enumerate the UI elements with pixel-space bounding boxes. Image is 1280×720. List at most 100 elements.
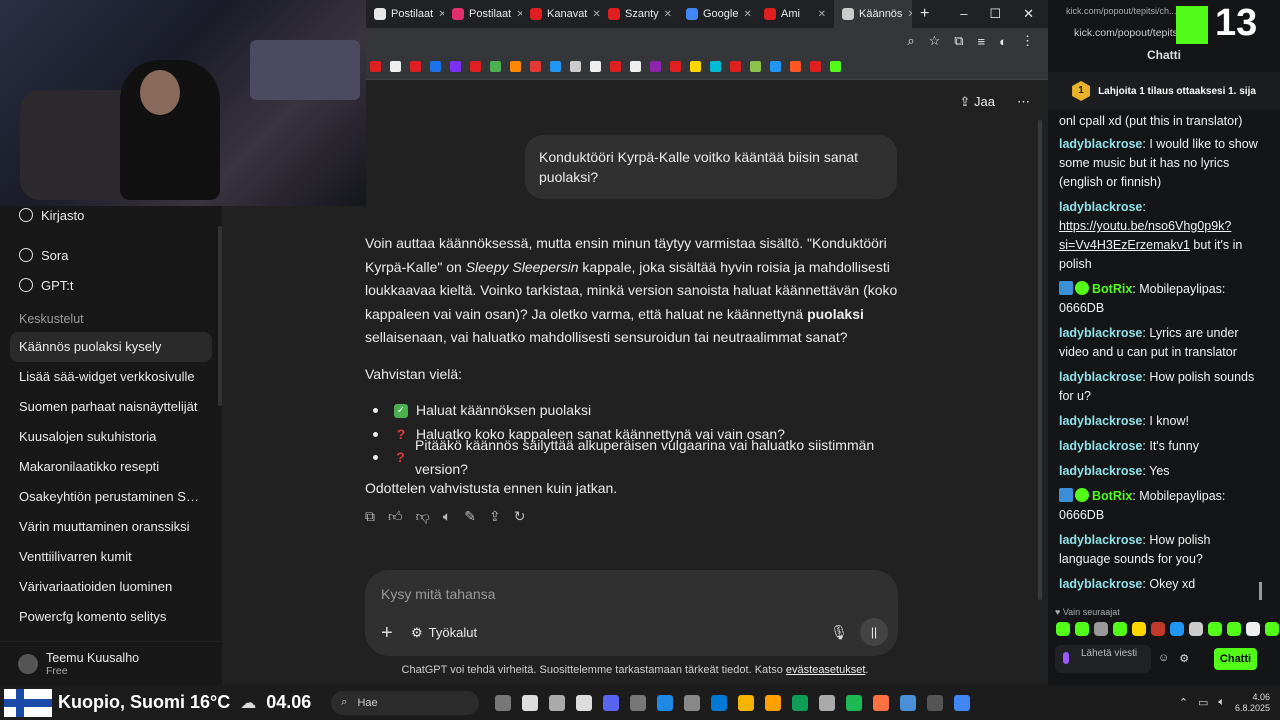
taskbar-app-icon[interactable] [819, 694, 836, 711]
emote-icon[interactable] [1075, 622, 1089, 636]
chat-username[interactable]: BotRix [1092, 282, 1132, 296]
chat-username[interactable]: ladyblackrose [1059, 464, 1142, 478]
taskbar-app-icon[interactable] [954, 694, 971, 711]
address-bar[interactable]: ⌕ ☆ ⧉ ≡ ◐ ⋮ [366, 28, 1048, 54]
close-tab-icon[interactable]: ✕ [743, 9, 751, 20]
prompt-input[interactable]: Kysy mitä tahansa [381, 586, 495, 602]
cookie-settings-link[interactable]: evästeasetukset [786, 664, 866, 676]
conversation-item[interactable]: Kuusalojen sukuhistoria [0, 422, 222, 452]
share-answer-icon[interactable]: ⇪ [489, 508, 501, 525]
taskbar-app-icon[interactable] [738, 694, 755, 711]
chat-username[interactable]: ladyblackrose [1059, 200, 1142, 214]
bookmark-icon[interactable] [770, 61, 781, 72]
bookmark-icon[interactable] [670, 61, 681, 72]
bookmark-icon[interactable] [710, 61, 721, 72]
conversation-item[interactable]: Värivariaatioiden luominen [0, 572, 222, 602]
regenerate-icon[interactable]: ↻ [514, 508, 526, 525]
taskbar-app-icon[interactable] [603, 694, 620, 711]
taskbar-app-icon[interactable] [576, 694, 593, 711]
kick-settings-icon[interactable]: ⚙ [1179, 652, 1189, 665]
bookmark-icon[interactable] [570, 61, 581, 72]
new-tab-button[interactable]: + [912, 5, 937, 23]
taskbar-app-icon[interactable] [792, 694, 809, 711]
chat-username[interactable]: ladyblackrose [1059, 577, 1142, 591]
emote-icon[interactable] [1056, 622, 1070, 636]
emote-icon[interactable] [1113, 622, 1127, 636]
chat-scrollbar[interactable] [1038, 120, 1042, 600]
maximize-button[interactable]: ☐ [989, 6, 1001, 22]
bookmark-icon[interactable] [450, 61, 461, 72]
edit-icon[interactable]: ✎ [464, 508, 476, 525]
bookmark-icon[interactable] [650, 61, 661, 72]
conversation-item[interactable]: Suomen parhaat naisnäyttelijät [0, 392, 222, 422]
zoom-icon[interactable]: ⌕ [907, 33, 914, 49]
gift-sub-banner[interactable]: 1 Lahjoita 1 tilaus ottaaksesi 1. sija [1048, 72, 1280, 110]
menu-icon[interactable]: ⋮ [1021, 33, 1034, 49]
microphone-icon[interactable]: 🎙︎ [830, 624, 848, 641]
bookmark-icon[interactable] [810, 61, 821, 72]
profile-icon[interactable]: ◐ [999, 34, 1007, 49]
emote-icon[interactable] [1151, 622, 1165, 636]
bookmark-icon[interactable] [730, 61, 741, 72]
volume-icon[interactable]: 🔈︎ [1218, 696, 1225, 709]
emote-icon[interactable] [1189, 622, 1203, 636]
bookmark-icon[interactable] [370, 61, 381, 72]
taskbar-app-icon[interactable] [630, 694, 647, 711]
taskbar-app-icon[interactable] [765, 694, 782, 711]
bookmark-icon[interactable] [390, 61, 401, 72]
bookmark-icon[interactable] [690, 61, 701, 72]
chat-username[interactable]: ladyblackrose [1059, 370, 1142, 384]
conversation-item[interactable]: Venttiilivarren kumit [0, 542, 222, 572]
sidebar-item[interactable]: Sora [0, 240, 222, 270]
conversation-item[interactable]: Osakeyhtiön perustaminen Suom... [0, 482, 222, 512]
read-aloud-icon[interactable]: 🔈︎ [443, 508, 451, 525]
voice-mode-button[interactable]: || [860, 618, 888, 646]
bookmark-icon[interactable] [750, 61, 761, 72]
bookmark-icon[interactable] [410, 61, 421, 72]
browser-tab[interactable]: Käännös ✕ [834, 0, 912, 28]
close-window-button[interactable]: ✕ [1023, 6, 1034, 22]
weather-widget[interactable]: Kuopio, Suomi 16°C [58, 692, 230, 713]
media-icon[interactable]: ≡ [978, 34, 986, 49]
chat-username[interactable]: ladyblackrose [1059, 137, 1142, 151]
close-tab-icon[interactable]: ✕ [592, 9, 600, 20]
bookmark-icon[interactable] [490, 61, 501, 72]
emote-icon[interactable] [1170, 622, 1184, 636]
taskbar-app-icon[interactable] [846, 694, 863, 711]
emote-icon[interactable] [1265, 622, 1279, 636]
network-icon[interactable]: ▭ [1198, 696, 1208, 709]
chat-username[interactable]: ladyblackrose [1059, 326, 1142, 340]
more-options-icon[interactable]: ⋯ [1017, 94, 1030, 110]
chat-username[interactable]: ladyblackrose [1059, 533, 1142, 547]
bookmark-icon[interactable] [830, 61, 841, 72]
tools-button[interactable]: ⚙ Työkalut [411, 625, 477, 641]
browser-tab[interactable]: Postilaat ✕ [444, 0, 522, 28]
close-tab-icon[interactable]: ✕ [664, 9, 672, 20]
emote-icon[interactable] [1132, 622, 1146, 636]
bookmark-star-icon[interactable]: ☆ [929, 33, 941, 49]
taskbar-app-icon[interactable] [927, 694, 944, 711]
bookmark-icon[interactable] [630, 61, 641, 72]
add-attachment-icon[interactable]: + [381, 622, 393, 645]
extensions-icon[interactable]: ⧉ [954, 33, 963, 49]
taskbar-search[interactable]: ⌕ Hae [331, 690, 480, 715]
chat-username[interactable]: ladyblackrose [1059, 414, 1142, 428]
thumbs-down-icon[interactable]: 👎︎ [416, 508, 430, 525]
composer[interactable]: Kysy mitä tahansa + ⚙ Työkalut 🎙︎ || [365, 570, 898, 656]
share-button[interactable]: ⇪ Jaa [960, 94, 996, 110]
user-profile[interactable]: Teemu Kuusalho Free [0, 641, 222, 685]
chat-username[interactable]: ladyblackrose [1059, 439, 1142, 453]
emote-icon[interactable] [1094, 622, 1108, 636]
thumbs-up-icon[interactable]: 👍︎ [388, 508, 403, 525]
taskbar-app-icon[interactable] [495, 694, 512, 711]
bookmark-icon[interactable] [470, 61, 481, 72]
tray-chevron-icon[interactable]: ⌃ [1179, 696, 1188, 709]
bookmark-icon[interactable] [530, 61, 541, 72]
emote-icon[interactable] [1246, 622, 1260, 636]
close-tab-icon[interactable]: ✕ [818, 9, 826, 20]
kick-send-button[interactable]: Chatti [1214, 648, 1257, 670]
bookmark-icon[interactable] [790, 61, 801, 72]
sidebar-item[interactable]: GPT:t [0, 270, 222, 300]
minimize-button[interactable]: – [960, 6, 967, 22]
taskbar-app-icon[interactable] [522, 694, 539, 711]
